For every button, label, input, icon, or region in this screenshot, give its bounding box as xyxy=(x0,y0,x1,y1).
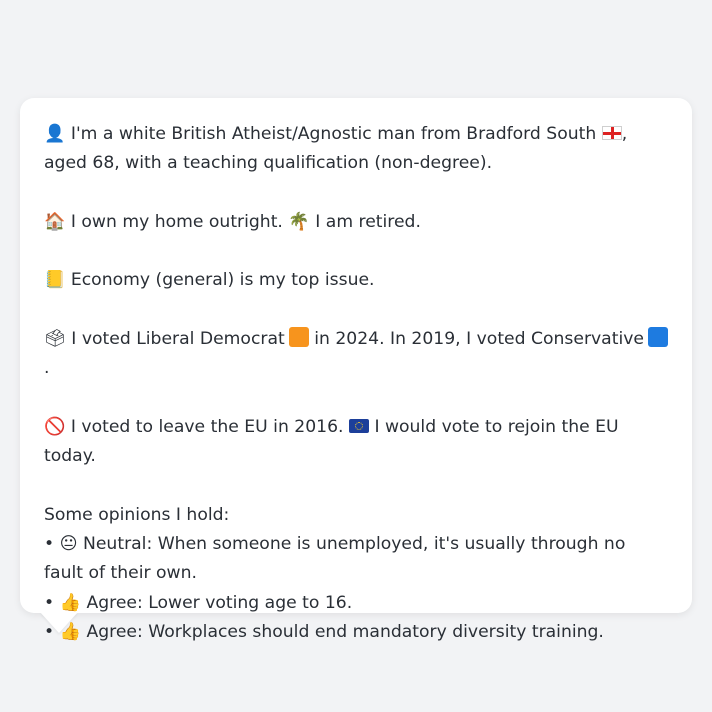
neutral-face-icon: 😐 xyxy=(59,534,78,555)
eu-paragraph: 🚫 I voted to leave the EU in 2016. I wou… xyxy=(44,413,668,472)
opinion-item-3: • 👍 Agree: Workplaces should end mandato… xyxy=(44,618,668,647)
opinions-heading: Some opinions I hold: xyxy=(44,504,230,525)
bullet: • xyxy=(44,592,55,613)
retired-text: I am retired. xyxy=(315,211,421,232)
bullet: • xyxy=(44,534,55,555)
ballot-box-icon: 🗳 xyxy=(44,329,66,350)
vote-text-b: in 2024. In 2019, I voted Conservative xyxy=(314,329,644,350)
issue-paragraph: 📒 Economy (general) is my top issue. xyxy=(44,266,668,295)
opinion-text: Neutral: When someone is unemployed, it'… xyxy=(44,534,626,584)
identity-text-a: I'm a white British Atheist/Agnostic man… xyxy=(70,124,597,144)
opinion-text: Agree: Lower voting age to 16. xyxy=(86,592,353,613)
housing-paragraph: 🏠 I own my home outright. 🌴 I am retired… xyxy=(44,208,668,237)
eu-text-a: I voted to leave the EU in 2016. xyxy=(70,416,344,437)
libdem-color-square-icon xyxy=(288,327,309,348)
issue-text: Economy (general) is my top issue. xyxy=(70,270,375,291)
no-entry-icon: 🚫 xyxy=(44,416,66,437)
conservative-color-square-icon xyxy=(647,327,668,348)
bubble-tail xyxy=(40,612,78,633)
vote-text-c: . xyxy=(44,358,50,379)
thumbs-up-icon: 👍 xyxy=(59,592,82,613)
home-text: I own my home outright. xyxy=(70,211,283,232)
eu-flag-icon xyxy=(348,418,369,433)
opinion-item-1: • 😐 Neutral: When someone is unemployed,… xyxy=(44,530,668,589)
opinion-item-2: • 👍 Agree: Lower voting age to 16. xyxy=(44,589,668,618)
persona-message-bubble: 👤 I'm a white British Atheist/Agnostic m… xyxy=(20,98,692,642)
house-icon: 🏠 xyxy=(44,211,66,232)
england-flag-icon xyxy=(601,126,622,140)
person-silhouette-icon: 👤 xyxy=(44,124,66,144)
palm-tree-icon: 🌴 xyxy=(288,211,310,232)
identity-paragraph: 👤 I'm a white British Atheist/Agnostic m… xyxy=(44,120,668,179)
vote-paragraph: 🗳 I voted Liberal Democrat in 2024. In 2… xyxy=(44,325,668,384)
opinion-text: Agree: Workplaces should end mandatory d… xyxy=(86,622,604,643)
ledger-icon: 📒 xyxy=(44,270,66,291)
vote-text-a: I voted Liberal Democrat xyxy=(71,329,285,350)
